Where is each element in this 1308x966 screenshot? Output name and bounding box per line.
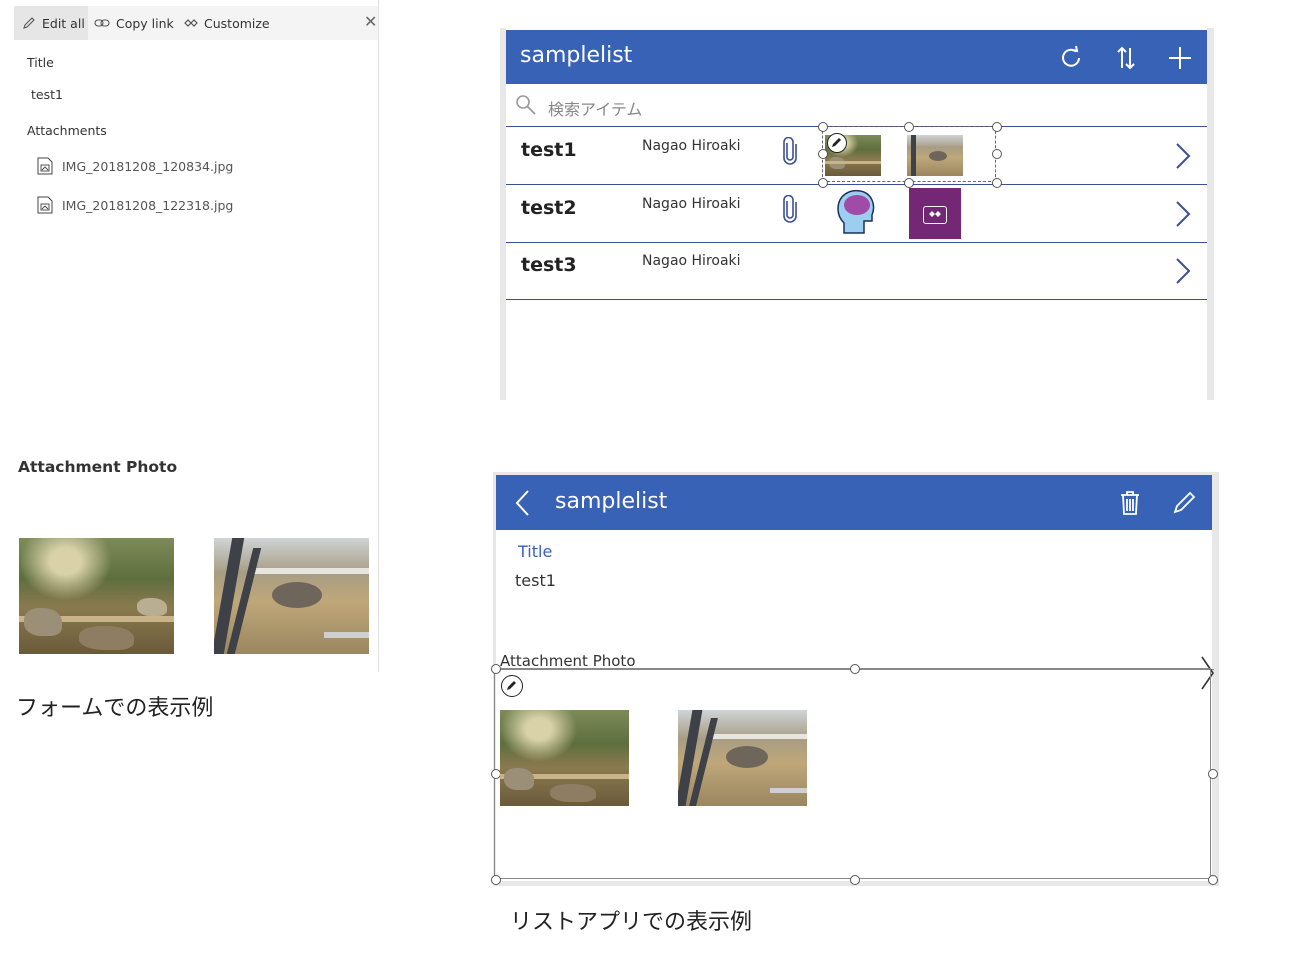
attachment-filename: IMG_20181208_120834.jpg bbox=[62, 158, 234, 174]
copy-link-label: Copy link bbox=[116, 15, 174, 31]
row-subtitle: Nagao Hiroaki bbox=[642, 138, 741, 154]
resize-handle[interactable] bbox=[992, 149, 1002, 159]
app-caption: リストアプリでの表示例 bbox=[510, 910, 753, 935]
add-icon[interactable] bbox=[1166, 44, 1194, 72]
chevron-right-icon[interactable] bbox=[1174, 200, 1192, 228]
list-title: samplelist bbox=[520, 43, 633, 68]
powerapps-icon bbox=[184, 19, 198, 27]
field-value-title: test1 bbox=[515, 571, 556, 590]
pencil-icon bbox=[23, 17, 35, 29]
attachment-photo-pig bbox=[214, 538, 369, 654]
image-file-icon bbox=[37, 196, 53, 214]
resize-handle[interactable] bbox=[491, 875, 501, 885]
attachment-item[interactable]: IMG_20181208_120834.jpg bbox=[37, 157, 233, 175]
row-subtitle: Nagao Hiroaki bbox=[642, 196, 741, 212]
edit-icon[interactable] bbox=[1171, 488, 1199, 516]
resize-handle[interactable] bbox=[850, 875, 860, 885]
attachment-item[interactable]: IMG_20181208_122318.jpg bbox=[37, 196, 233, 214]
resize-handle[interactable] bbox=[850, 664, 860, 674]
edit-all-button[interactable]: Edit all bbox=[14, 6, 88, 40]
resize-handle[interactable] bbox=[1208, 769, 1218, 779]
trash-icon[interactable] bbox=[1118, 489, 1142, 517]
resize-handle[interactable] bbox=[992, 122, 1002, 132]
link-icon bbox=[94, 19, 110, 27]
list-row[interactable]: test3 Nagao Hiroaki bbox=[506, 242, 1207, 300]
refresh-icon[interactable] bbox=[1057, 44, 1085, 72]
close-icon[interactable]: ✕ bbox=[364, 12, 380, 32]
list-screen-canvas: samplelist 検索アイテム test1 Nagao Hiroaki te… bbox=[506, 28, 1207, 400]
copy-link-button[interactable]: Copy link bbox=[94, 6, 174, 40]
row-title: test1 bbox=[521, 139, 577, 161]
resize-handle[interactable] bbox=[904, 122, 914, 132]
resize-handle[interactable] bbox=[1208, 875, 1218, 885]
command-bar: Edit all Copy link Customize ✕ bbox=[14, 6, 378, 40]
image-file-icon bbox=[37, 157, 53, 175]
brain-head-icon bbox=[837, 189, 875, 234]
gallery-photo-pig bbox=[678, 710, 807, 806]
row-subtitle: Nagao Hiroaki bbox=[642, 253, 741, 269]
customize-label: Customize bbox=[204, 15, 270, 31]
sharepoint-form-panel: Edit all Copy link Customize ✕ Title tes… bbox=[0, 0, 379, 672]
resize-handle[interactable] bbox=[818, 149, 828, 159]
customize-button[interactable]: Customize bbox=[184, 6, 270, 40]
detail-title: samplelist bbox=[555, 489, 668, 514]
resize-handle[interactable] bbox=[818, 122, 828, 132]
back-icon[interactable] bbox=[514, 489, 532, 517]
gallery-photo-garden bbox=[500, 710, 629, 806]
attachments-label: Attachments bbox=[27, 123, 107, 138]
row-title: test2 bbox=[521, 197, 577, 219]
list-header: samplelist bbox=[506, 30, 1207, 84]
title-field-value: test1 bbox=[31, 87, 63, 102]
row-title: test3 bbox=[521, 254, 577, 276]
gallery-selection-frame bbox=[822, 126, 996, 182]
powerapps-detail-screen: samplelist Title test1 Attachment Photo bbox=[491, 472, 1219, 886]
chevron-right-icon[interactable] bbox=[1174, 142, 1192, 170]
search-input[interactable]: 検索アイテム bbox=[548, 96, 642, 120]
search-icon bbox=[516, 95, 536, 115]
attachment-filename: IMG_20181208_122318.jpg bbox=[62, 197, 234, 213]
powerapps-list-screen: samplelist 検索アイテム test1 Nagao Hiroaki te… bbox=[500, 28, 1214, 400]
sort-icon[interactable] bbox=[1112, 44, 1140, 72]
list-row[interactable]: test2 Nagao Hiroaki bbox=[506, 185, 1207, 243]
edit-circle-icon[interactable] bbox=[501, 675, 523, 697]
attachment-photo-garden bbox=[19, 538, 174, 654]
title-field-label: Title bbox=[27, 55, 54, 70]
chevron-right-icon[interactable] bbox=[1174, 257, 1192, 285]
form-caption: フォームでの表示例 bbox=[16, 696, 214, 721]
field-label-title: Title bbox=[518, 542, 553, 561]
attachment-photo-title: Attachment Photo bbox=[18, 458, 178, 476]
paperclip-icon bbox=[783, 137, 797, 165]
resize-handle[interactable] bbox=[491, 664, 501, 674]
search-bar[interactable]: 検索アイテム bbox=[506, 84, 1207, 127]
paperclip-icon bbox=[783, 195, 797, 223]
powerapps-tile-icon bbox=[909, 188, 961, 239]
detail-screen-canvas: samplelist Title test1 Attachment Photo bbox=[491, 475, 1218, 885]
edit-all-label: Edit all bbox=[42, 15, 85, 31]
list-row[interactable]: test1 Nagao Hiroaki bbox=[506, 122, 1207, 188]
detail-header: samplelist bbox=[496, 475, 1212, 530]
